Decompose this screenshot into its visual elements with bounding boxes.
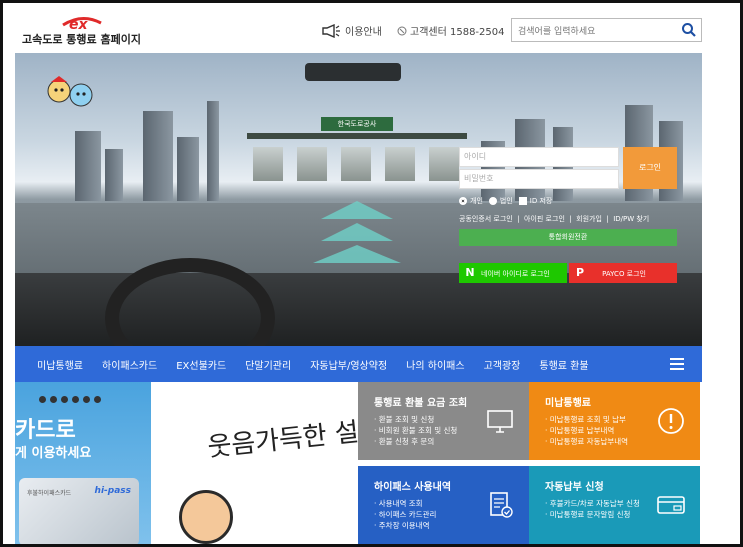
radio-unchecked-icon — [488, 197, 497, 205]
radio-corporate[interactable]: 법인 — [488, 196, 513, 206]
save-id-checkbox[interactable]: ID 저장 — [518, 196, 553, 206]
signup-link[interactable]: 회원가입 — [576, 215, 602, 223]
payco-login-button[interactable]: P PAYCO 로그인 — [569, 263, 677, 283]
id-field[interactable]: 아이디 — [459, 147, 619, 167]
integrated-member-button[interactable]: 통합회원전환 — [459, 229, 677, 246]
tile-refund[interactable]: 통행료 환불 요금 조회 환불 조회 및 신청 비회원 환불 조회 및 신청 환… — [358, 382, 529, 460]
megaphone-icon — [322, 23, 340, 38]
nav-device-management[interactable]: 단말기관리 — [245, 357, 291, 372]
banner1-headline: 카드로 — [15, 418, 76, 443]
search-box — [511, 18, 702, 43]
card-brand: hi-pass — [94, 486, 131, 496]
tile-auto-payment[interactable]: 자동납부 신청 후불카드/차로 자동납부 신청 미납통행료 문자알림 신청 — [529, 466, 700, 544]
info-label: 이용안내 — [345, 27, 382, 38]
customer-center-label: 고객센터 1588-2504 — [410, 27, 505, 38]
mascot-face-icon — [179, 490, 233, 544]
radio-corporate-label: 법인 — [499, 197, 513, 205]
tile-refund-item[interactable]: 환불 신청 후 문의 — [374, 436, 529, 447]
hamburger-menu-icon[interactable] — [670, 358, 684, 370]
toll-sign: 한국도로공사 — [321, 117, 393, 131]
alert-icon — [658, 408, 684, 434]
holiday-banner[interactable]: 웃음가득한 설날 — [151, 382, 384, 544]
info-link[interactable]: 이용안내 — [321, 23, 382, 38]
toll-gate: 한국도로공사 — [247, 117, 467, 181]
nav-auto-payment[interactable]: 자동납부/영상약정 — [310, 357, 387, 372]
banner1-subline: 게 이용하세요 — [15, 446, 92, 461]
nav-customer-plaza[interactable]: 고객광장 — [484, 357, 521, 372]
credit-card-icon — [657, 496, 685, 514]
nav-my-hipass[interactable]: 나의 하이패스 — [406, 357, 464, 372]
card-small-label: 후불하이패스카드 — [27, 490, 72, 497]
svg-text:ex: ex — [69, 17, 88, 31]
payco-login-label: PAYCO 로그인 — [602, 270, 646, 278]
ex-logo-icon[interactable]: ex — [61, 11, 103, 31]
naver-login-button[interactable]: N 네이버 아이디로 로그인 — [459, 263, 567, 283]
cert-login-link[interactable]: 공동인증서 로그인 — [459, 215, 513, 223]
carousel-dots[interactable] — [39, 396, 101, 403]
checkbox-icon — [518, 197, 527, 205]
naver-login-label: 네이버 아이디로 로그인 — [481, 270, 550, 278]
nav-hipass-card[interactable]: 하이패스카드 — [102, 357, 157, 372]
search-input[interactable] — [512, 21, 672, 43]
find-idpw-link[interactable]: ID/PW 찾기 — [613, 215, 649, 223]
login-links: 공동인증서 로그인 | 아이핀 로그인 | 회원가입 | ID/PW 찾기 — [459, 215, 650, 223]
browser-page: ex 고속도로 통행료 홈페이지 이용안내 고객센터 1588-2504 검색어… — [3, 3, 740, 544]
login-options: 개인 법인 ID 저장 — [459, 196, 552, 206]
tile-hipass-item[interactable]: 주차장 이용내역 — [374, 520, 529, 531]
hipass-card-image: 후불하이패스카드 hi-pass — [19, 478, 139, 544]
document-check-icon — [490, 492, 513, 518]
nav-ex-prepaid-card[interactable]: EX선불카드 — [176, 357, 226, 372]
tile-hipass-usage[interactable]: 하이패스 사용내역 사용내역 조회 하이패스 카드관리 주차장 이용내역 — [358, 466, 529, 544]
tile-unpaid-item[interactable]: 미납통행료 자동납부내역 — [545, 436, 700, 447]
phone-icon — [397, 26, 407, 35]
radio-checked-icon — [459, 197, 467, 205]
payco-icon: P — [575, 266, 585, 279]
naver-icon: N — [465, 266, 475, 279]
customer-center-link[interactable]: 고객센터 1588-2504 — [397, 23, 505, 38]
nav-toll-refund[interactable]: 통행료 환불 — [539, 357, 588, 372]
radio-personal-label: 개인 — [470, 197, 483, 205]
site-title[interactable]: 고속도로 통행료 홈페이지 — [22, 31, 141, 47]
hero-banner: 한국도로공사 아이디 비밀번호 로그인 개인 법인 ID 저장 공동인증서 로그… — [15, 53, 702, 346]
rearview-mirror — [305, 63, 401, 81]
search-icon[interactable] — [681, 22, 697, 38]
hipass-card-banner[interactable]: 카드로 게 이용하세요 후불하이패스카드 hi-pass — [15, 382, 151, 544]
tile-unpaid[interactable]: 미납통행료 미납통행료 조회 및 납부 미납통행료 납부내역 미납통행료 자동납… — [529, 382, 700, 460]
login-button[interactable]: 로그인 — [623, 147, 677, 189]
password-field[interactable]: 비밀번호 — [459, 169, 619, 189]
site-header: ex 고속도로 통행료 홈페이지 이용안내 고객센터 1588-2504 — [3, 3, 740, 53]
main-nav: 미납통행료 하이패스카드 EX선불카드 단말기관리 자동납부/영상약정 나의 하… — [15, 346, 702, 382]
radio-personal[interactable]: 개인 — [459, 196, 483, 206]
mascot-icon — [47, 76, 93, 107]
nav-unpaid-toll[interactable]: 미납통행료 — [37, 357, 83, 372]
monitor-icon — [487, 410, 513, 433]
save-id-label: ID 저장 — [529, 197, 553, 205]
ipin-login-link[interactable]: 아이핀 로그인 — [524, 215, 565, 223]
